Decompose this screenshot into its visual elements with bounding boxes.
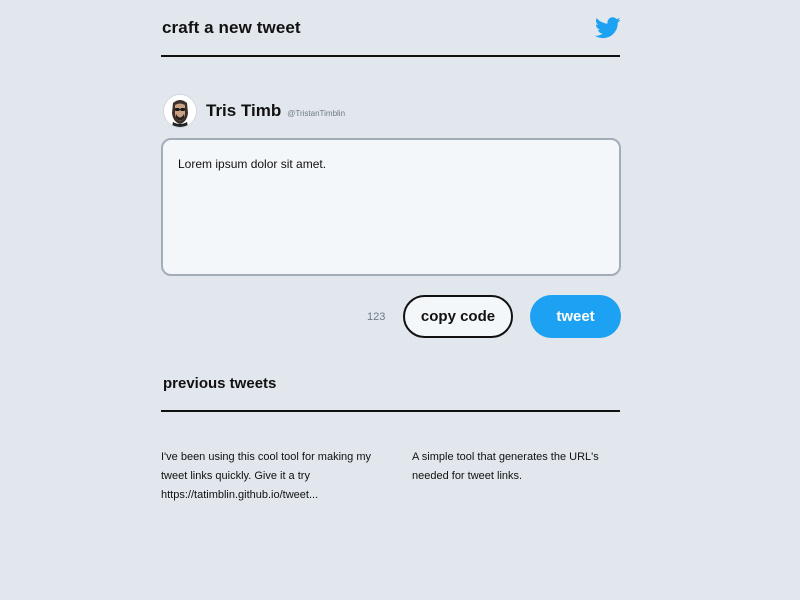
tweet-textarea[interactable]: Lorem ipsum dolor sit amet.: [161, 138, 621, 276]
tweet-button[interactable]: tweet: [530, 295, 621, 338]
page-title: craft a new tweet: [162, 18, 301, 37]
header-divider: [161, 55, 620, 57]
twitter-bird-icon[interactable]: [594, 17, 621, 39]
composer-actions: 123 copy code tweet: [161, 295, 621, 339]
header: craft a new tweet: [161, 0, 621, 57]
avatar: [163, 94, 197, 128]
user-name: Tris Timb: [206, 101, 282, 120]
copy-code-button[interactable]: copy code: [403, 295, 513, 338]
previous-tweet-item[interactable]: I've been using this cool tool for makin…: [161, 448, 376, 505]
user-profile: Tris Timb @TristanTimblin: [163, 93, 345, 129]
previous-tweet-item[interactable]: A simple tool that generates the URL's n…: [412, 448, 621, 486]
previous-tweets-heading: previous tweets: [163, 375, 277, 392]
tweet-crafter: craft a new tweet Tris Timb @TristanTimb…: [161, 0, 621, 600]
character-count: 123: [367, 311, 386, 323]
user-handle: @TristanTimblin: [287, 109, 346, 118]
previous-tweets-divider: [161, 410, 620, 412]
